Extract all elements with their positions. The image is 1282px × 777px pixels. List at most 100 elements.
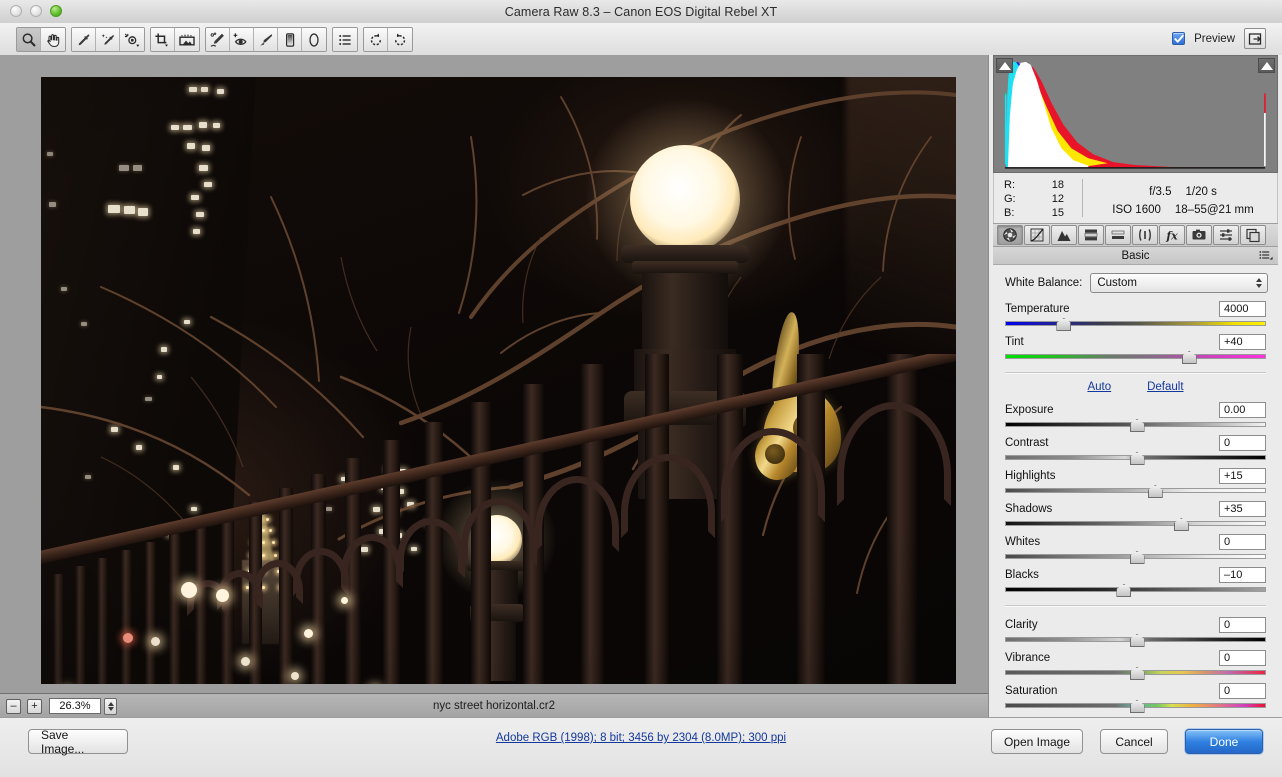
rotate-counterclockwise-button[interactable] — [364, 28, 388, 51]
preview-checkbox[interactable] — [1172, 32, 1185, 45]
slider-value-field[interactable]: 0 — [1219, 617, 1266, 633]
iso-value: ISO 1600 — [1112, 201, 1161, 219]
zoom-tool[interactable] — [17, 28, 41, 51]
tab-effects[interactable]: fx — [1159, 225, 1185, 245]
slider-value-field[interactable]: –10 — [1219, 567, 1266, 583]
spot-removal-tool[interactable] — [206, 28, 230, 51]
slider-value-field[interactable]: +35 — [1219, 501, 1266, 517]
auto-link[interactable]: Auto — [1087, 381, 1111, 393]
slider-blacks: Blacks –10 — [1005, 566, 1266, 596]
slider-value-field[interactable]: +40 — [1219, 334, 1266, 350]
radial-filter-tool[interactable] — [302, 28, 326, 51]
basic-panel-body: White Balance: Custom Temperature 4000 — [993, 265, 1278, 715]
slider-thumb[interactable] — [1130, 551, 1145, 564]
tab-tone-curve[interactable] — [1024, 225, 1050, 245]
slider-thumb[interactable] — [1130, 667, 1145, 680]
red-eye-removal-tool[interactable] — [230, 28, 254, 51]
slider-label: Blacks — [1005, 569, 1039, 581]
histogram — [993, 55, 1278, 173]
slider-thumb[interactable] — [1148, 485, 1163, 498]
adjustment-brush-tool[interactable] — [254, 28, 278, 51]
white-balance-tool[interactable] — [72, 28, 96, 51]
lens-value: 18–55@21 mm — [1175, 201, 1254, 219]
panel-title: Basic — [1121, 250, 1149, 262]
slider-highlights: Highlights +15 — [1005, 467, 1266, 497]
zoom-stepper[interactable] — [104, 698, 117, 715]
slider-thumb[interactable] — [1116, 584, 1131, 597]
slider-thumb[interactable] — [1130, 700, 1145, 713]
r-value: 18 — [1024, 178, 1076, 192]
white-balance-select[interactable]: Custom — [1090, 273, 1268, 293]
graduated-filter-tool[interactable] — [278, 28, 302, 51]
slider-value-field[interactable]: +15 — [1219, 468, 1266, 484]
white-balance-row: White Balance: Custom — [993, 265, 1278, 293]
crop-tool[interactable] — [151, 28, 175, 51]
straighten-tool[interactable] — [175, 28, 199, 51]
panel-flyout-menu-icon[interactable] — [1259, 250, 1273, 260]
slider-label: Tint — [1005, 336, 1024, 348]
open-preferences-button[interactable] — [333, 28, 357, 51]
done-button[interactable]: Done — [1185, 729, 1263, 754]
photo-vignette — [41, 77, 956, 684]
rotate-clockwise-button[interactable] — [388, 28, 412, 51]
r-label: R: — [1004, 178, 1024, 192]
tool-strip — [16, 27, 413, 52]
slider-value-field[interactable]: 0 — [1219, 435, 1266, 451]
histogram-plot — [994, 56, 1277, 172]
slider-thumb[interactable] — [1056, 318, 1071, 331]
toolbar: Preview — [0, 23, 1282, 56]
white-balance-label: White Balance: — [1005, 277, 1082, 289]
readout-divider — [1082, 179, 1083, 217]
close-button[interactable] — [10, 5, 22, 17]
exif-info: f/3.51/20 s ISO 160018–55@21 mm — [1090, 183, 1276, 219]
hand-tool[interactable] — [41, 28, 65, 51]
slider-track[interactable] — [1005, 321, 1266, 326]
slider-thumb[interactable] — [1130, 452, 1145, 465]
tab-snapshots[interactable] — [1240, 225, 1266, 245]
slider-label: Contrast — [1005, 437, 1048, 449]
zoom-out-button[interactable]: – — [6, 699, 21, 714]
cancel-button[interactable]: Cancel — [1100, 729, 1168, 754]
tab-detail[interactable] — [1051, 225, 1077, 245]
tab-hsl-grayscale[interactable] — [1078, 225, 1104, 245]
tab-basic[interactable] — [997, 225, 1023, 245]
slider-thumb[interactable] — [1182, 351, 1197, 364]
slider-track[interactable] — [1005, 521, 1266, 526]
b-label: B: — [1004, 206, 1024, 220]
slider-tint: Tint +40 — [1005, 333, 1266, 363]
slider-track[interactable] — [1005, 488, 1266, 493]
shadow-clipping-warning-button[interactable] — [996, 58, 1013, 73]
slider-value-field[interactable]: 0 — [1219, 534, 1266, 550]
slider-label: Saturation — [1005, 685, 1057, 697]
photo-preview[interactable] — [41, 77, 956, 684]
open-image-button[interactable]: Open Image — [991, 729, 1083, 754]
zoom-level-field[interactable]: 26.3% — [49, 698, 101, 714]
slider-value-field[interactable]: 4000 — [1219, 301, 1266, 317]
slider-label: Clarity — [1005, 619, 1038, 631]
default-link[interactable]: Default — [1147, 381, 1183, 393]
slider-label: Whites — [1005, 536, 1040, 548]
targeted-adjustment-tool[interactable] — [120, 28, 144, 51]
slider-thumb[interactable] — [1130, 419, 1145, 432]
highlight-clipping-warning-button[interactable] — [1258, 58, 1275, 73]
filename-label: nyc street horizontal.cr2 — [0, 700, 988, 712]
minimize-button[interactable] — [30, 5, 42, 17]
toggle-fullscreen-button[interactable] — [1244, 28, 1266, 49]
tab-split-toning[interactable] — [1105, 225, 1131, 245]
tab-camera-calibration[interactable] — [1186, 225, 1212, 245]
tab-lens-corrections[interactable] — [1132, 225, 1158, 245]
image-canvas[interactable] — [0, 55, 989, 693]
slider-value-field[interactable]: 0 — [1219, 650, 1266, 666]
zoom-window-button[interactable] — [50, 5, 62, 17]
slider-track[interactable] — [1005, 354, 1266, 359]
color-sampler-tool[interactable] — [96, 28, 120, 51]
slider-thumb[interactable] — [1174, 518, 1189, 531]
title-bar: Camera Raw 8.3 – Canon EOS Digital Rebel… — [0, 0, 1282, 24]
zoom-in-button[interactable]: + — [27, 699, 42, 714]
slider-track[interactable] — [1005, 587, 1266, 592]
slider-value-field[interactable]: 0.00 — [1219, 402, 1266, 418]
slider-thumb[interactable] — [1130, 634, 1145, 647]
slider-label: Exposure — [1005, 404, 1054, 416]
tab-presets[interactable] — [1213, 225, 1239, 245]
slider-value-field[interactable]: 0 — [1219, 683, 1266, 699]
